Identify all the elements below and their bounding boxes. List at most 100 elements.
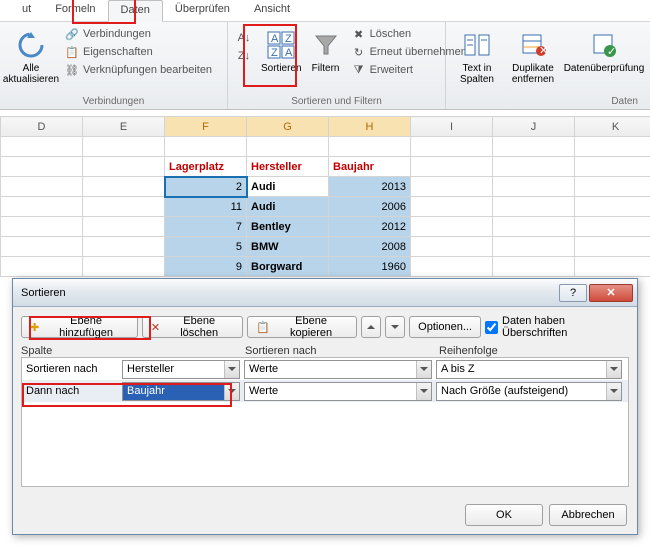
delete-icon: ✕ [151,321,160,334]
svg-text:✕: ✕ [539,45,547,57]
svg-text:Z: Z [285,33,292,45]
table-row: 2 Audi 2013 [1,177,650,197]
col-J[interactable]: J [493,117,575,137]
hdr-lagerplatz[interactable]: Lagerplatz [165,157,247,177]
cancel-button[interactable]: Abbrechen [549,504,627,526]
chevron-down-icon [606,383,621,400]
tab-view[interactable]: Ansicht [242,0,302,21]
refresh-all-button[interactable]: Alle aktualisieren [6,24,56,90]
table-row: 9 Borgward 1960 [1,257,650,277]
sort-icon: AZZA [265,29,297,61]
advanced-icon: ⧩ [352,63,366,77]
level1-column-combo[interactable]: Hersteller [122,360,240,379]
col-G[interactable]: G [247,117,329,137]
tab-layout[interactable]: ut [10,0,43,21]
sort-levels-area: Sortieren nach Hersteller Werte A bis Z … [21,357,629,487]
move-down-button[interactable] [385,316,405,338]
ribbon-tabs: ut Formeln Daten Überprüfen Ansicht [0,0,650,22]
chevron-down-icon [391,325,399,329]
level1-label: Sortieren nach [24,363,122,375]
tab-formulas[interactable]: Formeln [43,0,107,21]
dialog-help-button[interactable]: ? [559,284,587,302]
remove-duplicates-button[interactable]: ✕ Duplikate entfernen [508,24,558,90]
text-to-columns-icon [461,29,493,61]
text-to-columns-button[interactable]: Text in Spalten [452,24,502,90]
svg-text:Z: Z [271,47,278,59]
level1-order-combo[interactable]: A bis Z [436,360,622,379]
dlg-header-order: Reihenfolge [439,345,629,357]
spreadsheet: D E F G H I J K Lagerplatz Hersteller Ba… [0,110,650,277]
column-headers: D E F G H I J K [1,117,650,137]
level2-order-combo[interactable]: Nach Größe (aufsteigend) [436,382,622,401]
delete-level-button[interactable]: ✕Ebene löschen [142,316,243,338]
group-data-label: Daten [452,96,644,109]
copy-icon: 📋 [256,321,270,334]
dlg-header-column: Spalte [21,345,121,357]
col-D[interactable]: D [1,117,83,137]
reapply-icon: ↻ [352,45,366,59]
edit-links-btn[interactable]: ⛓Verknüpfungen bearbeiten [62,62,215,78]
hdr-hersteller[interactable]: Hersteller [247,157,329,177]
chevron-down-icon [224,383,239,400]
properties-btn[interactable]: 📋Eigenschaften [62,44,215,60]
hdr-baujahr[interactable]: Baujahr [329,157,411,177]
dialog-title: Sortieren [21,287,66,299]
connections-btn[interactable]: 🔗Verbindungen [62,26,215,42]
sort-asc-icon: A↓ [237,31,251,45]
col-H[interactable]: H [329,117,411,137]
clear-icon: ✖ [352,27,366,41]
data-validation-button[interactable]: ✓ Datenüberprüfung [564,24,644,90]
col-E[interactable]: E [83,117,165,137]
ribbon: Alle aktualisieren 🔗Verbindungen 📋Eigens… [0,22,650,110]
sort-asc-btn[interactable]: A↓ [234,30,254,46]
sort-desc-icon: Z↓ [237,49,251,63]
headers-checkbox[interactable] [485,321,498,334]
sort-level-2[interactable]: Dann nach Baujahr Werte Nach Größe (aufs… [22,380,628,402]
refresh-label: Alle aktualisieren [3,63,59,85]
chevron-down-icon [224,361,239,378]
level2-column-combo[interactable]: Baujahr [122,382,240,401]
group-sort-filter-label: Sortieren und Filtern [234,96,439,109]
tab-review[interactable]: Überprüfen [163,0,242,21]
dup-label: Duplikate entfernen [509,63,557,85]
add-icon: ✚ [30,321,39,334]
ttc-label: Text in Spalten [453,63,501,85]
level2-label: Dann nach [24,385,122,397]
sort-level-1[interactable]: Sortieren nach Hersteller Werte A bis Z [22,358,628,380]
properties-icon: 📋 [65,45,79,59]
add-level-button[interactable]: ✚Ebene hinzufügen [21,316,138,338]
copy-level-button[interactable]: 📋Ebene kopieren [247,316,357,338]
chevron-down-icon [416,383,431,400]
ok-button[interactable]: OK [465,504,543,526]
svg-text:A: A [271,33,279,45]
sort-button[interactable]: AZZA Sortieren [260,24,303,90]
col-K[interactable]: K [575,117,650,137]
refresh-icon [15,29,47,61]
filter-button[interactable]: Filtern [309,24,343,90]
header-row: Lagerplatz Hersteller Baujahr [1,157,650,177]
svg-text:✓: ✓ [607,46,616,58]
connections-icon: 🔗 [65,27,79,41]
sort-dialog: Sortieren ? ✕ ✚Ebene hinzufügen ✕Ebene l… [12,278,638,535]
dialog-titlebar[interactable]: Sortieren ? ✕ [13,279,637,307]
headers-checkbox-label[interactable]: Daten haben Überschriften [485,315,629,339]
sort-label: Sortieren [261,63,302,74]
data-validation-icon: ✓ [588,29,620,61]
tab-data[interactable]: Daten [108,0,163,22]
options-button[interactable]: Optionen... [409,316,481,338]
links-icon: ⛓ [65,63,79,77]
sort-desc-btn[interactable]: Z↓ [234,48,254,64]
level2-sorton-combo[interactable]: Werte [244,382,432,401]
table-row: 7 Bentley 2012 [1,217,650,237]
col-I[interactable]: I [411,117,493,137]
remove-duplicates-icon: ✕ [517,29,549,61]
chevron-down-icon [416,361,431,378]
table-row: 5 BMW 2008 [1,237,650,257]
dialog-close-button[interactable]: ✕ [589,284,633,302]
move-up-button[interactable] [361,316,381,338]
table-row: 11 Audi 2006 [1,197,650,217]
svg-text:A: A [285,47,293,59]
col-F[interactable]: F [165,117,247,137]
level1-sorton-combo[interactable]: Werte [244,360,432,379]
valid-label: Datenüberprüfung [564,63,645,74]
